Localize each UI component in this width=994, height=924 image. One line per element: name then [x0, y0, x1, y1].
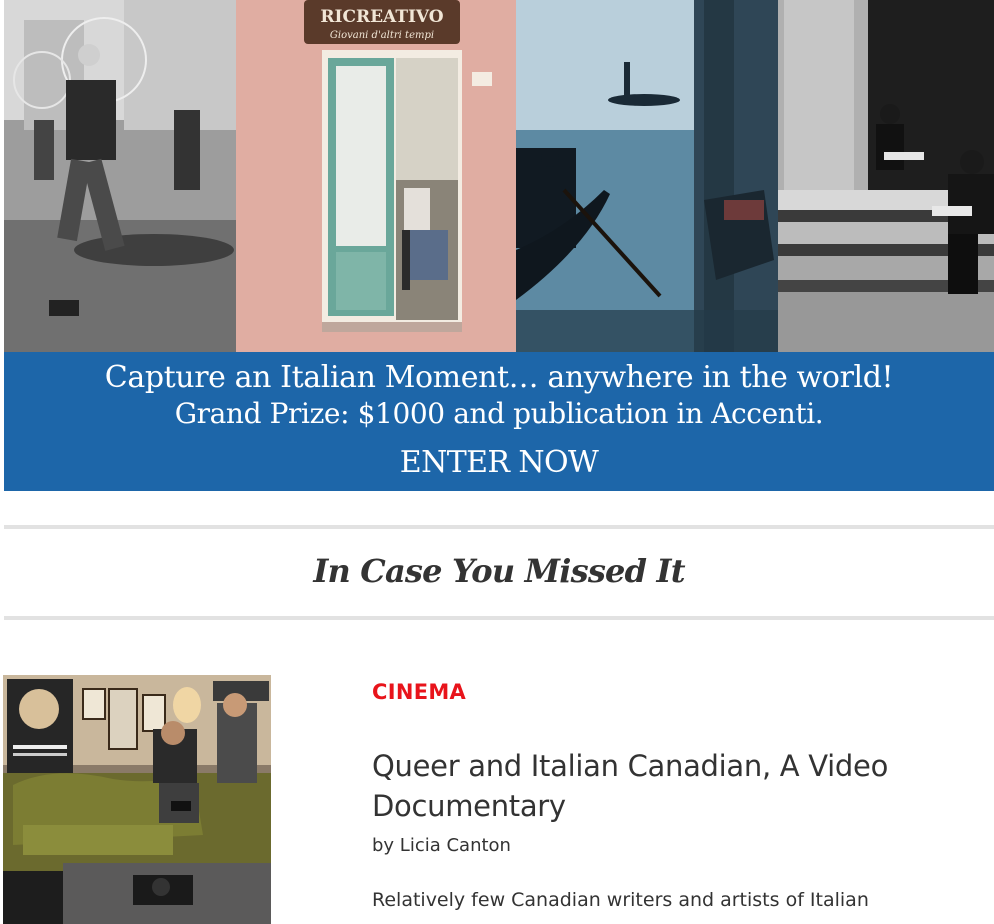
- section-title: In Case You Missed It: [313, 552, 685, 590]
- article-excerpt: Relatively few Canadian writers and arti…: [372, 889, 869, 911]
- photo-venice-gondolas: [516, 0, 778, 352]
- sign-subtext: Giovani d'altri tempi: [330, 30, 434, 41]
- article-byline: by Licia Canton: [372, 835, 511, 856]
- banner-headline: Capture an Italian Moment… anywhere in t…: [104, 360, 894, 395]
- sign-text: RICREATIVO: [320, 7, 443, 27]
- article-title-link[interactable]: Queer and Italian Canadian, A Video Docu…: [372, 746, 972, 826]
- article-thumbnail[interactable]: [3, 675, 271, 924]
- banner-photo-collage: RICREATIVO Giovani d'altri tempi: [4, 0, 994, 352]
- section-divider-top: [4, 525, 994, 529]
- photo-child-square: [4, 0, 236, 352]
- article-category-link[interactable]: CINEMA: [372, 678, 466, 706]
- contest-banner[interactable]: RICREATIVO Giovani d'altri tempi Capture…: [4, 0, 994, 491]
- section-divider-bottom: [4, 616, 994, 620]
- banner-prize-text: Grand Prize: $1000 and publication in Ac…: [174, 397, 824, 430]
- enter-now-link[interactable]: ENTER NOW: [4, 445, 994, 481]
- photo-ricreativo-doorway: RICREATIVO Giovani d'altri tempi: [236, 0, 516, 352]
- banner-caption: Capture an Italian Moment… anywhere in t…: [4, 352, 994, 491]
- article-thumbnail-image: [3, 675, 271, 924]
- photo-steps-sketchers: [778, 0, 994, 352]
